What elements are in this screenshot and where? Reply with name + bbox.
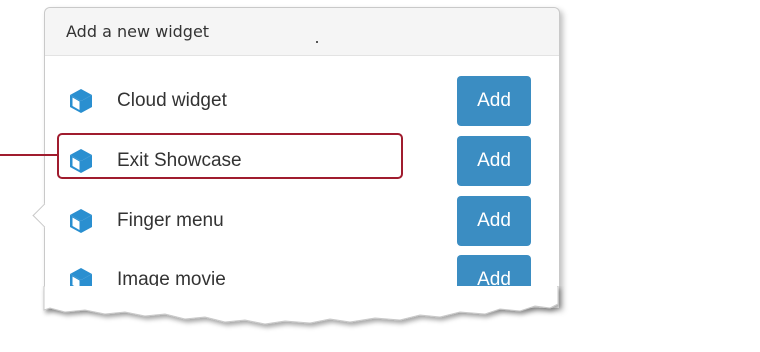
widget-row-cloud-widget: Cloud widget Add: [45, 76, 559, 126]
add-cloud-widget-button[interactable]: Add: [457, 76, 531, 126]
widget-row-finger-menu: Finger menu Add: [45, 196, 559, 246]
torn-edge: [43, 286, 559, 325]
add-exit-showcase-button[interactable]: Add: [457, 136, 531, 186]
popup-title: Add a new widget: [66, 22, 210, 41]
cube-icon: [67, 87, 95, 115]
callout-line: [0, 154, 57, 156]
cube-icon: [67, 207, 95, 235]
popup-header: Add a new widget: [45, 8, 559, 56]
highlight-box: [57, 133, 403, 179]
widget-label: Finger menu: [117, 210, 224, 231]
widget-label: Cloud widget: [117, 90, 227, 111]
screenshot-stage: Add a new widget Cloud widget Add Exit S…: [0, 0, 760, 352]
header-dot: [316, 41, 318, 43]
add-finger-menu-button[interactable]: Add: [457, 196, 531, 246]
